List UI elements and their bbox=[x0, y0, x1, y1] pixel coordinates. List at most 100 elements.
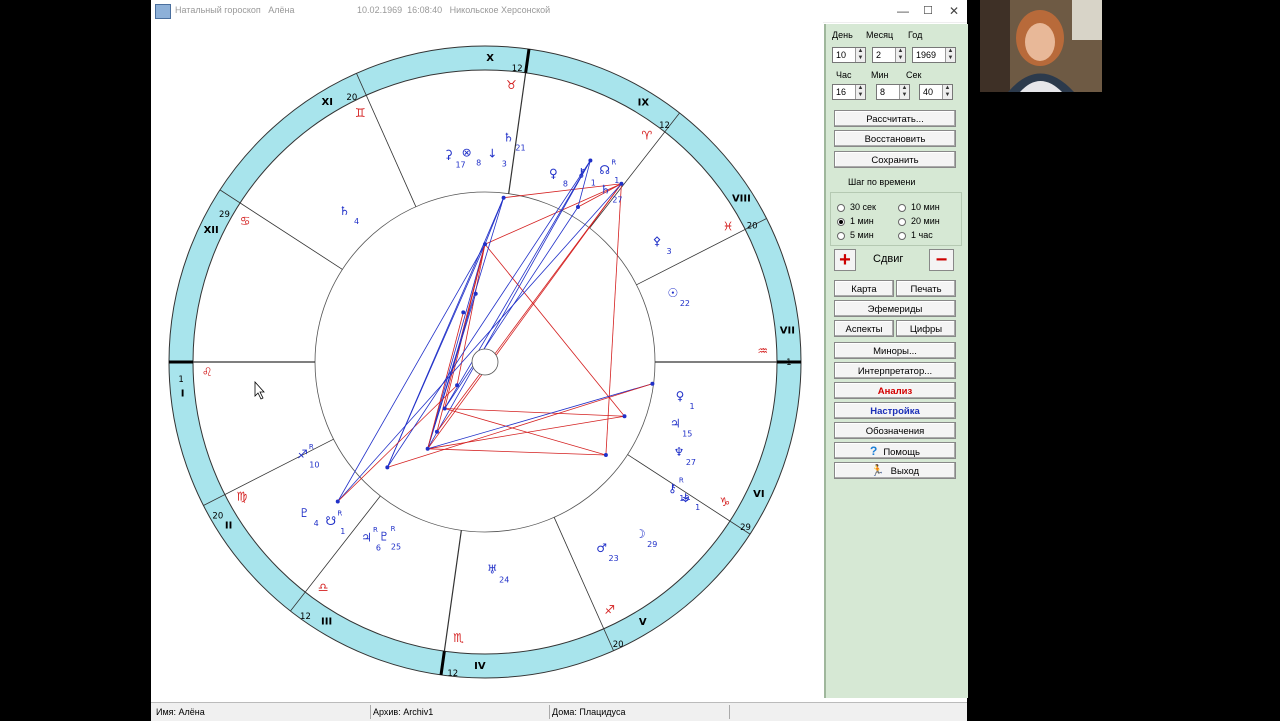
minus-icon: − bbox=[935, 249, 948, 271]
radio-5min[interactable]: 5 мин bbox=[837, 230, 874, 240]
shift-minus-button[interactable]: − bbox=[929, 249, 954, 271]
radio-30sec[interactable]: 30 сек bbox=[837, 202, 876, 212]
minute-value: 8 bbox=[880, 87, 886, 97]
exit-button[interactable]: 🏃 Выход bbox=[834, 462, 956, 479]
house-degree: 20 bbox=[346, 93, 357, 103]
shift-plus-button[interactable]: + bbox=[834, 249, 856, 271]
radio-20min[interactable]: 20 мин bbox=[898, 216, 940, 226]
planet-degree: 24 bbox=[499, 575, 509, 584]
interpreter-button[interactable]: Интерпретатор... bbox=[834, 362, 956, 379]
planet-degree: 1 bbox=[591, 179, 596, 188]
save-button[interactable]: Сохранить bbox=[834, 151, 956, 168]
app-icon bbox=[155, 4, 171, 19]
map-button[interactable]: Карта bbox=[834, 280, 894, 297]
calculate-button[interactable]: Рассчитать... bbox=[834, 110, 956, 127]
horoscope-wheel: I1II20III12IV12V20VI29VII1VIII20IX12X12X… bbox=[168, 45, 802, 679]
radio-label: 10 мин bbox=[911, 202, 940, 212]
planet-degree: 3 bbox=[666, 247, 671, 256]
help-button[interactable]: ? Помощь bbox=[834, 442, 956, 459]
spin-arrows-icon[interactable]: ▲ ▼ bbox=[855, 85, 865, 99]
house-degree: 12 bbox=[447, 669, 458, 679]
shift-label: Сдвиг bbox=[873, 253, 904, 265]
restore-button[interactable]: Восстановить bbox=[834, 130, 956, 147]
spin-arrows-icon[interactable]: ▲ ▼ bbox=[942, 85, 952, 99]
house-label: VI bbox=[753, 489, 764, 500]
month-spinner[interactable]: 2 ▲ ▼ bbox=[872, 47, 906, 63]
radio-1min[interactable]: 1 мин bbox=[837, 216, 874, 226]
title-app: Натальный гороскоп bbox=[175, 5, 261, 15]
year-spinner[interactable]: 1969 ▲ ▼ bbox=[912, 47, 956, 63]
radio-1hour[interactable]: 1 час bbox=[898, 230, 933, 240]
planet-symbol: ♀ bbox=[549, 167, 558, 181]
title-name: Алёна bbox=[268, 5, 295, 15]
close-icon[interactable]: ✕ bbox=[941, 2, 967, 20]
house-degree: 20 bbox=[613, 640, 624, 650]
house-degree: 12 bbox=[659, 121, 670, 131]
house-label: XI bbox=[322, 97, 333, 108]
horoscope-chart-area: I 1 II 20 III 12 IV 12 V 20 VI 29 VII 1 VIII 20 IX 12 X 12 X… bbox=[151, 22, 823, 702]
house-degree: 20 bbox=[212, 512, 223, 522]
minute-spinner[interactable]: 8 ▲ ▼ bbox=[876, 84, 910, 100]
house-label: II bbox=[225, 520, 232, 531]
second-spinner[interactable]: 40 ▲ ▼ bbox=[919, 84, 953, 100]
day-label: День bbox=[832, 30, 853, 40]
planet-symbol: ⊗ bbox=[462, 145, 472, 159]
planet-symbol: ☉ bbox=[668, 286, 679, 300]
planet-symbol: ⚴ bbox=[653, 234, 662, 248]
day-spinner[interactable]: 10 ▲ ▼ bbox=[832, 47, 866, 63]
planet-symbol: ♇ bbox=[379, 529, 390, 543]
zodiac-sign-glyph: ♉ bbox=[506, 78, 517, 92]
radio-circle-icon bbox=[898, 203, 906, 212]
planet-marker-dot bbox=[588, 158, 593, 163]
planet-marker-dot bbox=[385, 465, 390, 470]
settings-button[interactable]: Настройка bbox=[834, 402, 956, 419]
spin-arrows-icon[interactable]: ▲ ▼ bbox=[855, 48, 865, 62]
planet-degree: 1 bbox=[614, 176, 619, 185]
zodiac-sign-glyph: ♓ bbox=[723, 220, 734, 234]
planet-degree: 23 bbox=[608, 554, 618, 563]
analysis-button[interactable]: Анализ bbox=[834, 382, 956, 399]
radio-circle-icon bbox=[837, 203, 845, 212]
radio-circle-icon bbox=[898, 231, 906, 240]
status-separator bbox=[370, 705, 371, 719]
planet-marker-dot bbox=[425, 446, 430, 451]
planet-symbol: ♄ bbox=[339, 204, 350, 218]
ephemeris-button[interactable]: Эфемериды bbox=[834, 300, 956, 317]
minimize-icon[interactable]: — bbox=[890, 2, 916, 20]
planet-symbol: ♅ bbox=[487, 562, 498, 576]
title-date: 10.02.1969 16:08:40 bbox=[357, 5, 443, 15]
zodiac-sign-glyph: ♎ bbox=[318, 581, 329, 595]
radio-circle-icon bbox=[837, 217, 845, 226]
aspects-button[interactable]: Аспекты bbox=[834, 320, 894, 337]
figures-button[interactable]: Цифры bbox=[896, 320, 956, 337]
spin-arrows-icon[interactable]: ▲ ▼ bbox=[945, 48, 955, 62]
maximize-icon[interactable]: ☐ bbox=[915, 2, 941, 20]
spin-arrows-icon[interactable]: ▲ ▼ bbox=[899, 85, 909, 99]
hour-spinner[interactable]: 16 ▲ ▼ bbox=[832, 84, 866, 100]
radio-10min[interactable]: 10 мин bbox=[898, 202, 940, 212]
planet-symbol: ♃ bbox=[670, 416, 681, 430]
house-degree: 12 bbox=[300, 612, 311, 622]
minute-label: Мин bbox=[871, 70, 889, 80]
house-label: III bbox=[321, 616, 332, 627]
spin-arrows-icon[interactable]: ▲ ▼ bbox=[895, 48, 905, 62]
planet-symbol: ♂ bbox=[596, 541, 607, 555]
planet-degree: 27 bbox=[686, 458, 696, 467]
planet-symbol: ♆ bbox=[674, 445, 685, 459]
webcam-overlay bbox=[980, 0, 1102, 92]
second-label: Сек bbox=[906, 70, 922, 80]
status-separator bbox=[729, 705, 730, 719]
house-label: IV bbox=[474, 661, 486, 672]
minors-button[interactable]: Миноры... bbox=[834, 342, 956, 359]
retrograde-mark: R bbox=[337, 510, 342, 518]
planet-degree: 1 bbox=[340, 527, 345, 536]
planet-marker-dot bbox=[501, 195, 506, 200]
planet-degree: 4 bbox=[314, 519, 319, 528]
legend-button[interactable]: Обозначения bbox=[834, 422, 956, 439]
planet-degree: 8 bbox=[563, 180, 568, 189]
house-label: VIII bbox=[732, 194, 751, 205]
house-degree: 29 bbox=[740, 523, 751, 533]
planet-symbol: ⚶ bbox=[681, 490, 691, 504]
print-button[interactable]: Печать bbox=[896, 280, 956, 297]
plus-icon: + bbox=[839, 249, 851, 271]
